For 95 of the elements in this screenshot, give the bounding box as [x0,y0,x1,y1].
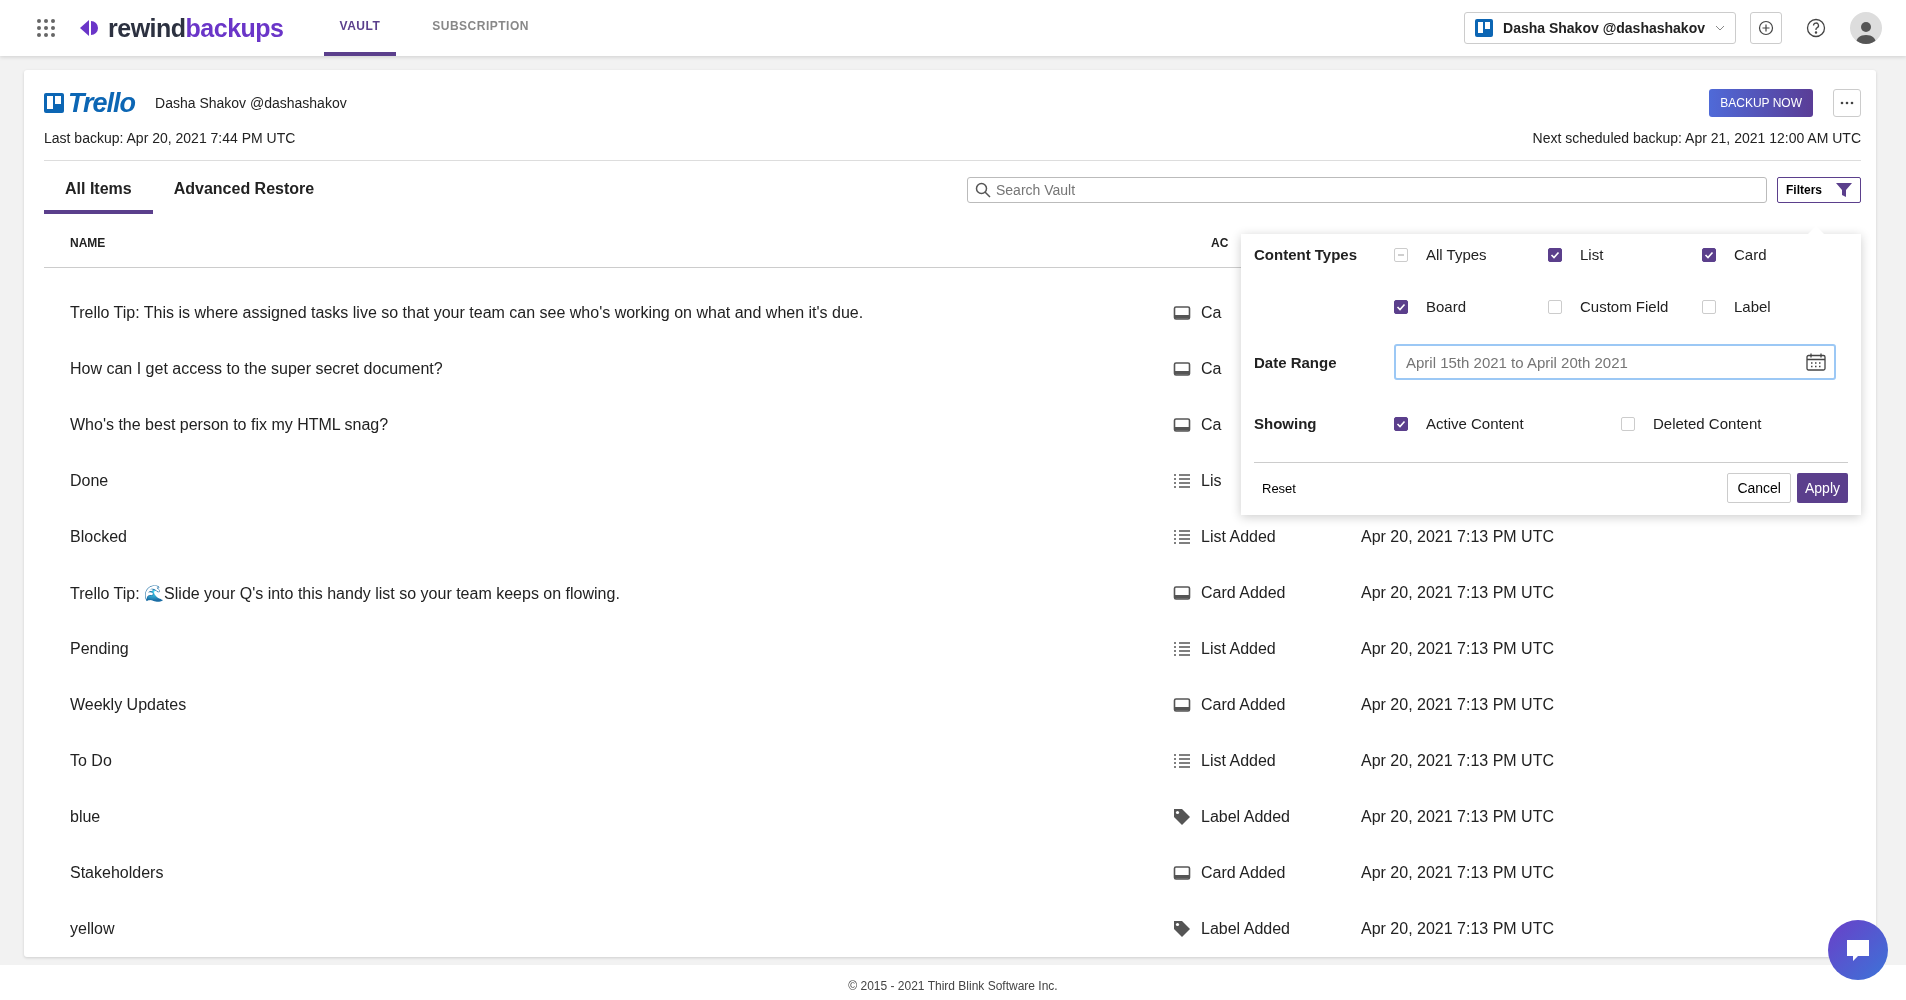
tab[interactable]: All Items [44,166,153,214]
date-range-field[interactable]: April 15th 2021 to April 20th 2021 [1394,344,1836,380]
item-name: Weekly Updates [69,696,188,714]
timestamp: Apr 20, 2021 7:13 PM UTC [1361,864,1554,882]
timestamp: Apr 20, 2021 7:13 PM UTC [1361,584,1554,602]
item-name: Trello Tip: 🌊Slide your Q's into this handy list so your team keeps on flowing. [69,583,621,603]
activity-text: Card Added [1201,584,1286,601]
checkbox-label: List [1580,246,1604,263]
add-button[interactable] [1750,12,1782,44]
activity-text: Label Added [1201,808,1290,825]
item-name: How can I get access to the super secret document? [69,360,444,378]
nav-tab[interactable]: SUBSCRIPTION [416,0,545,56]
last-backup: Last backup: Apr 20, 2021 7:44 PM UTC [44,130,296,146]
timestamp: Apr 20, 2021 7:13 PM UTC [1361,920,1554,938]
reset-button[interactable]: Reset [1254,476,1304,500]
item-name: yellow [69,920,116,938]
account-name: Dasha Shakov @dashashakov [155,95,347,111]
activity-text: List Added [1201,752,1276,769]
item-name: Blocked [69,528,128,546]
card-icon [1173,864,1191,882]
timestamp: Apr 20, 2021 7:13 PM UTC [1361,640,1554,658]
list-icon [1173,752,1191,770]
apps-grid-icon[interactable] [36,18,56,38]
tag-icon [1173,920,1191,938]
check-icon [1396,418,1406,429]
item-name: Who's the best person to fix my HTML snag? [69,416,390,434]
list-icon [1173,528,1191,546]
timestamp: Apr 20, 2021 7:13 PM UTC [1361,696,1554,714]
activity-text: Label Added [1201,920,1290,937]
field-label: Content Types [1254,246,1359,263]
activity-text: Ca [1201,304,1222,321]
field-label: Date Range [1254,353,1338,371]
search-field[interactable]: Search Vault [967,177,1767,203]
filters-button[interactable]: Filters [1777,177,1861,203]
check-icon [1396,301,1406,312]
board-icon [1475,19,1494,37]
plus-icon [1758,20,1774,36]
list-icon [1173,472,1191,490]
item-name: Stakeholders [69,864,165,882]
checkbox-label: Board [1426,298,1467,315]
filter-icon [1836,182,1852,198]
help-icon[interactable] [1806,18,1826,38]
card-icon [1173,416,1191,434]
check-icon [1704,249,1714,260]
avatar[interactable] [1850,12,1882,44]
calendar-icon[interactable] [1806,353,1826,371]
search-icon [975,182,991,198]
card-icon [1173,696,1191,714]
column-header: NAME [69,236,107,250]
column-header: AC [1211,236,1229,250]
apply-button[interactable]: Apply [1796,473,1848,503]
activity-text: List Added [1201,640,1276,657]
copyright: © 2015 - 2021 Third Blink Software Inc. [848,978,1058,993]
cancel-button[interactable]: Cancel [1727,473,1791,503]
checkbox-label: Active Content [1426,415,1524,432]
activity-text: Ca [1201,360,1222,377]
item-name: Done [69,472,110,490]
next-backup: Next scheduled backup: Apr 21, 2021 12:00 AM UTC [1532,130,1861,146]
checkbox-label: Custom Field [1580,298,1669,315]
activity-text: List Added [1201,528,1276,545]
field-label: Showing [1254,415,1318,432]
backup-now-button[interactable]: BACKUP NOW [1709,89,1813,117]
activity-text: Lis [1201,472,1222,489]
checkbox-label: All Types [1426,246,1487,263]
card-icon [1173,304,1191,322]
checkbox-label: Card [1734,246,1767,263]
checkbox[interactable] [1702,247,1716,262]
check-icon [1550,249,1560,260]
activity-text: Card Added [1201,864,1286,881]
checkbox[interactable] [1548,247,1562,262]
item-name: Trello Tip: This is where assigned tasks live so that your team can see who's working on what and when it's due. [69,304,865,322]
board-icon [44,93,64,113]
card-icon [1173,584,1191,602]
checkbox[interactable] [1394,416,1408,431]
account-dropdown[interactable]: Dasha Shakov @dashashakov [1464,12,1736,44]
card-icon [1173,360,1191,378]
logo-text: rewindbackups [108,13,284,43]
checkbox-label: Deleted Content [1653,415,1762,432]
checkbox-label: Label [1734,298,1771,315]
item-name: Pending [69,640,130,658]
timestamp: Apr 20, 2021 7:13 PM UTC [1361,808,1554,826]
timestamp: Apr 20, 2021 7:13 PM UTC [1361,528,1554,546]
timestamp: Apr 20, 2021 7:13 PM UTC [1361,752,1554,770]
list-icon [1173,640,1191,658]
nav-tab[interactable]: VAULT [323,0,397,56]
item-name: blue [69,808,102,826]
tag-icon [1173,808,1191,826]
caret-icon [1715,23,1725,33]
dots-icon [1840,101,1854,105]
activity-text: Ca [1201,416,1222,433]
activity-text: Card Added [1201,696,1286,713]
trello-logo: Trello [44,87,136,119]
checkbox[interactable] [1394,299,1408,314]
item-name: To Do [69,752,113,770]
tab[interactable]: Advanced Restore [152,166,336,214]
